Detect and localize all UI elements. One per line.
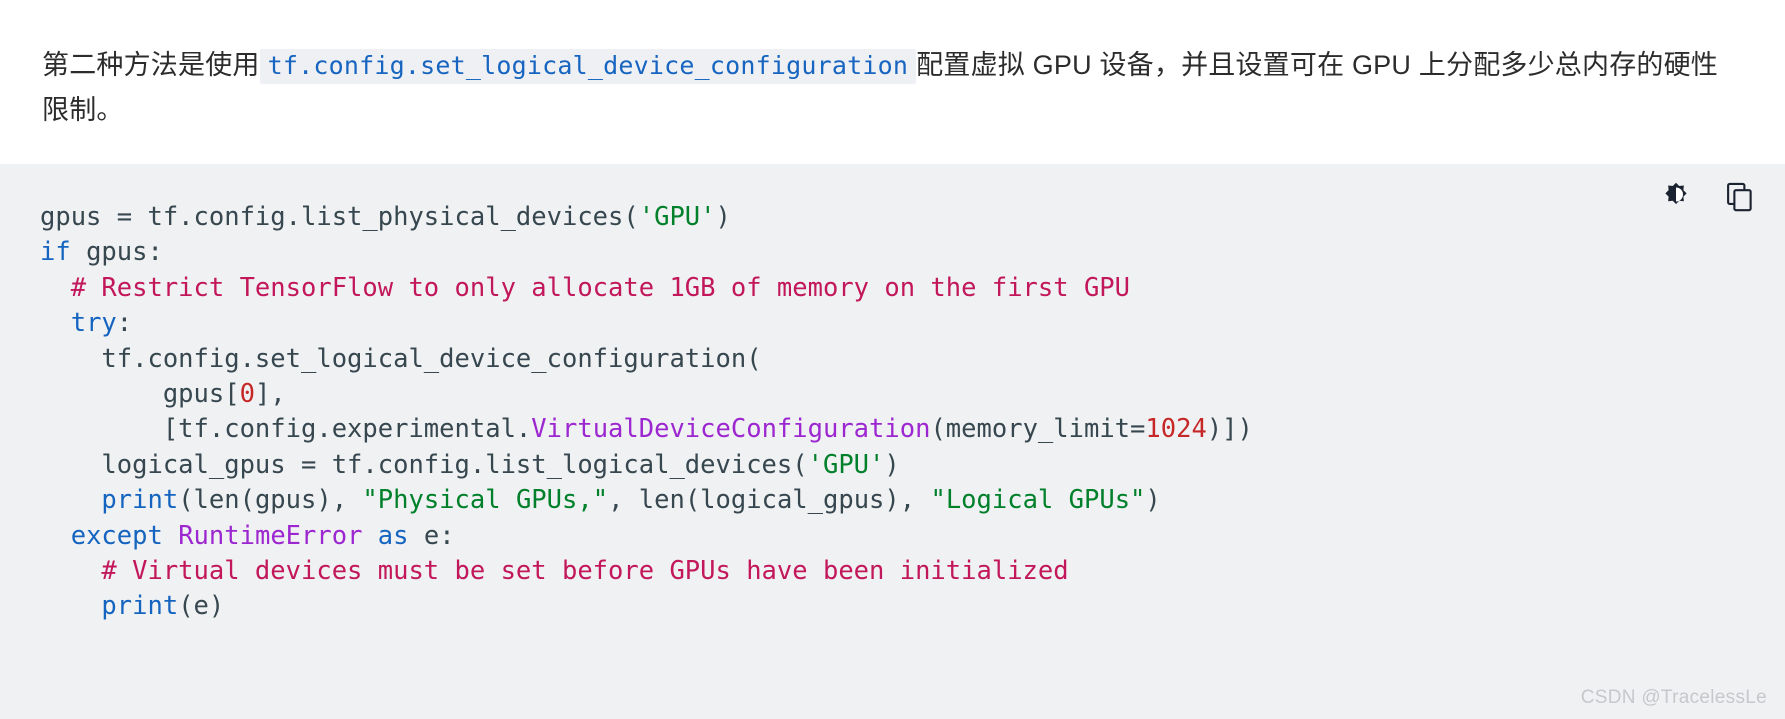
code-line: [tf.config.experimental.VirtualDeviceCon…: [40, 414, 1253, 444]
code-token: logical_gpus = tf.config.list_logical_de…: [40, 449, 808, 480]
code-token: ): [715, 202, 731, 232]
code-token: , len(logical_gpus),: [608, 485, 931, 516]
code-token: 1024: [1145, 414, 1207, 445]
code-token: "Logical GPUs": [930, 485, 1146, 516]
code-lines: gpus = tf.config.list_physical_devices('…: [40, 200, 1785, 625]
code-token: VirtualDeviceConfiguration: [531, 414, 931, 445]
code-token: 'GPU': [638, 202, 716, 232]
code-token: # Virtual devices must be set before GPU…: [40, 556, 1069, 587]
code-token: print: [101, 485, 179, 516]
code-token: :: [116, 308, 133, 339]
intro-text-before: 第二种方法是使用: [42, 50, 260, 80]
code-token: if: [40, 237, 71, 268]
code-token: e:: [408, 520, 455, 551]
code-line: print(len(gpus), "Physical GPUs,", len(l…: [40, 485, 1161, 516]
code-line: logical_gpus = tf.config.list_logical_de…: [40, 449, 900, 480]
code-token: gpus[: [40, 379, 240, 410]
code-token: ): [1145, 485, 1161, 516]
watermark: CSDN @TracelessLe: [1580, 687, 1767, 708]
intro-paragraph: 第二种方法是使用 tf.config.set_logical_device_con…: [0, 27, 1785, 133]
code-token: [tf.config.experimental.: [40, 414, 532, 445]
code-block: gpus = tf.config.list_physical_devices('…: [0, 164, 1785, 719]
code-content[interactable]: gpus = tf.config.list_physical_devices('…: [0, 200, 1785, 719]
inline-code-token: tf.config.set_logical_device_configurati…: [259, 49, 917, 84]
code-line: tf.config.set_logical_device_configurati…: [40, 343, 762, 374]
code-token: (memory_limit=: [930, 414, 1146, 445]
code-token: )]): [1206, 414, 1253, 445]
code-token: as: [377, 520, 409, 551]
code-token: gpus:: [70, 237, 163, 268]
code-token: ],: [254, 379, 286, 410]
code-token: "Physical GPUs,": [362, 485, 609, 516]
code-line: print(e): [40, 591, 224, 621]
code-line: try:: [40, 308, 132, 338]
code-line: if gpus:: [40, 237, 163, 267]
code-token: ): [884, 449, 900, 480]
code-token: 'GPU': [807, 449, 885, 480]
code-token: (e): [178, 591, 225, 622]
code-token: gpus = tf.config.list_physical_devices(: [40, 202, 639, 232]
code-line: gpus[0],: [40, 379, 286, 409]
code-token: tf.config.set_logical_device_configurati…: [40, 343, 762, 374]
code-token: try: [70, 308, 117, 339]
code-token: except: [70, 520, 163, 551]
code-line: # Restrict TensorFlow to only allocate 1…: [40, 273, 1130, 303]
code-line: # Virtual devices must be set before GPU…: [40, 556, 1069, 587]
code-line: except RuntimeError as e:: [40, 521, 455, 551]
code-token: (len(gpus),: [178, 485, 363, 516]
code-line: gpus = tf.config.list_physical_devices('…: [40, 202, 731, 232]
code-token: print: [101, 591, 179, 622]
article-page: 第二种方法是使用 tf.config.set_logical_device_con…: [0, 27, 1785, 719]
code-token: # Restrict TensorFlow to only allocate 1…: [40, 272, 1131, 303]
code-token: 0: [239, 379, 255, 410]
code-token: RuntimeError: [178, 520, 363, 551]
